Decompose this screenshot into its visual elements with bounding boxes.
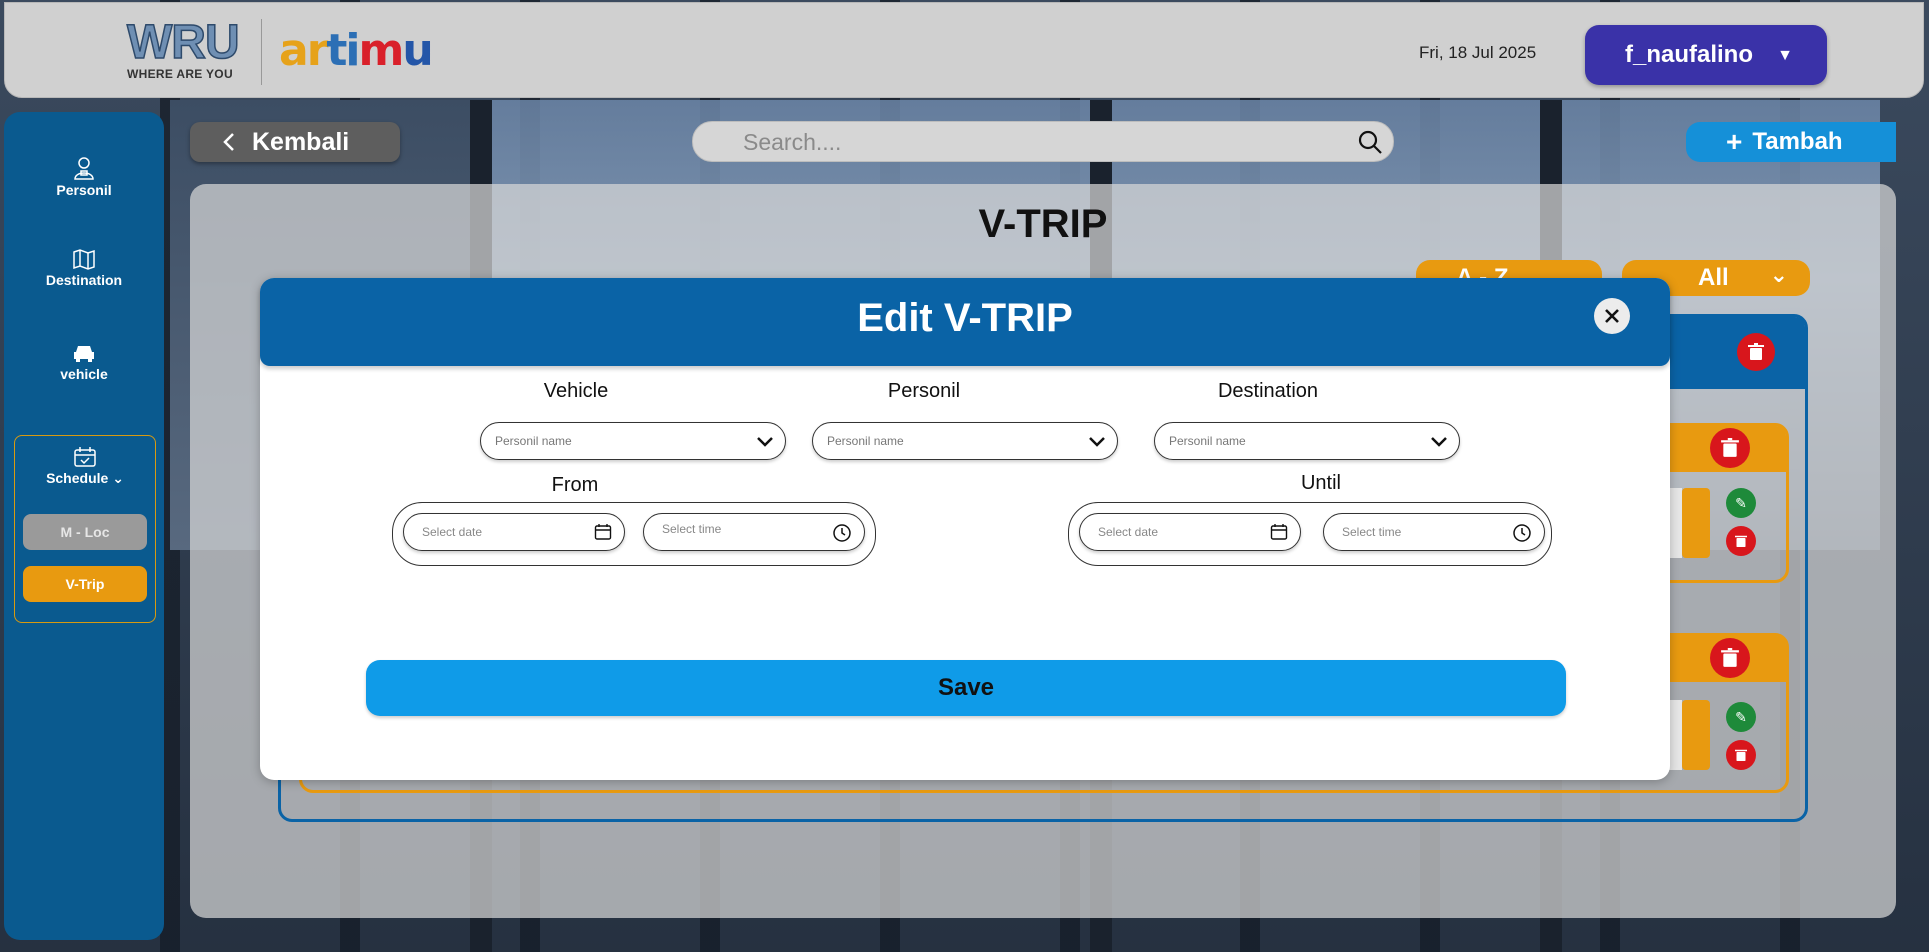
sidebar-item-label: Destination [45, 272, 123, 288]
save-button[interactable]: Save [366, 660, 1566, 716]
close-button[interactable] [1594, 298, 1630, 334]
until-date-placeholder: Select date [1098, 525, 1159, 539]
modal-header: Edit V-TRIP [260, 278, 1670, 366]
from-time-placeholder: Select time [662, 522, 722, 536]
vehicle-label: Vehicle [543, 380, 609, 402]
search-input[interactable] [743, 128, 1303, 156]
wru-logo-tagline: WHERE ARE YOU [127, 67, 233, 81]
calendar-icon [1270, 524, 1288, 540]
personil-select[interactable]: Personil name [812, 422, 1118, 460]
top-header: WRU WHERE ARE YOU artimu Fri, 18 Jul 202… [4, 2, 1924, 98]
destination-select[interactable]: Personil name [1154, 422, 1460, 460]
schedule-group: Schedule ⌄ M - Loc V-Trip [14, 435, 156, 623]
personil-label: Personil [887, 380, 961, 402]
from-date-placeholder: Select date [422, 525, 483, 539]
trash-icon[interactable] [1726, 526, 1756, 556]
add-button[interactable]: + Tambah [1686, 122, 1896, 162]
sidebar-item-label: Personil [56, 182, 112, 198]
search-icon[interactable] [1357, 129, 1383, 155]
from-datetime-group: Select date Select time [392, 502, 876, 566]
header-date: Fri, 18 Jul 2025 [1419, 43, 1537, 62]
sidebar-item-label: vehicle [60, 366, 108, 382]
clock-icon [833, 524, 851, 542]
wru-logo-text: WRU [126, 16, 240, 69]
calendar-icon [594, 524, 612, 540]
from-date-input[interactable]: Select date [403, 513, 625, 551]
vehicle-select[interactable]: Personil name [480, 422, 786, 460]
until-time-input[interactable]: Select time [1323, 513, 1545, 551]
chevron-down-icon [1089, 437, 1105, 447]
logo-divider [261, 19, 262, 85]
back-button[interactable]: Kembali [190, 122, 400, 162]
trash-icon[interactable] [1710, 638, 1750, 678]
clock-icon [1513, 524, 1531, 542]
caret-down-icon: ▼ [1777, 47, 1793, 64]
chevron-down-icon: ⌄ [112, 470, 124, 486]
sidebar-item-label: Schedule [46, 470, 109, 486]
sidebar-item-schedule[interactable]: Schedule ⌄ [5, 446, 165, 487]
wru-logo: WRU WHERE ARE YOU [126, 16, 247, 83]
destination-label: Destination [1217, 380, 1319, 402]
vehicle-select-placeholder: Personil name [495, 434, 572, 448]
sidebar: Personil Destination vehicle Schedule ⌄ … [4, 112, 164, 940]
filter-label: All [1698, 264, 1729, 291]
chevron-down-icon [757, 437, 773, 447]
close-icon [1605, 309, 1619, 323]
chevron-down-icon: ⌄ [1769, 262, 1788, 287]
personil-select-placeholder: Personil name [827, 434, 904, 448]
sidebar-subitem-v-trip[interactable]: V-Trip [23, 566, 147, 602]
edit-vtrip-modal: Edit V-TRIP Vehicle Personil Destination… [260, 278, 1670, 780]
destination-select-placeholder: Personil name [1169, 434, 1246, 448]
page-title: V-TRIP [978, 202, 1108, 246]
from-time-input[interactable]: Select time [643, 513, 865, 551]
plus-icon: + [1726, 126, 1743, 157]
sidebar-item-personil[interactable]: Personil [4, 156, 164, 198]
document-icon[interactable] [1682, 700, 1710, 770]
trash-icon[interactable] [1710, 428, 1750, 468]
user-name: f_naufalino [1625, 41, 1754, 68]
map-icon [73, 249, 95, 270]
sidebar-item-destination[interactable]: Destination [4, 248, 164, 288]
until-label: Until [1300, 472, 1341, 494]
modal-title: Edit V-TRIP [857, 296, 1073, 340]
artimu-logo: artimu [279, 25, 434, 76]
from-label: From [551, 474, 599, 496]
trash-icon[interactable] [1737, 333, 1775, 371]
until-datetime-group: Select date Select time [1068, 502, 1552, 566]
sidebar-subitem-m-loc[interactable]: M - Loc [23, 514, 147, 550]
chevron-down-icon [1431, 437, 1447, 447]
edit-icon[interactable]: ✎ [1726, 488, 1756, 518]
chevron-left-icon [223, 133, 234, 151]
until-time-placeholder: Select time [1342, 525, 1402, 539]
calendar-icon [74, 447, 96, 467]
car-icon [74, 346, 94, 362]
user-menu-button[interactable]: f_naufalino ▼ [1585, 25, 1827, 85]
add-button-label: Tambah [1752, 128, 1843, 155]
search-bar [692, 121, 1394, 162]
until-date-input[interactable]: Select date [1079, 513, 1301, 551]
document-icon[interactable] [1682, 488, 1710, 558]
person-icon [74, 157, 94, 180]
edit-icon[interactable]: ✎ [1726, 702, 1756, 732]
trash-icon[interactable] [1726, 740, 1756, 770]
sidebar-item-vehicle[interactable]: vehicle [4, 342, 164, 382]
back-button-label: Kembali [252, 127, 350, 156]
